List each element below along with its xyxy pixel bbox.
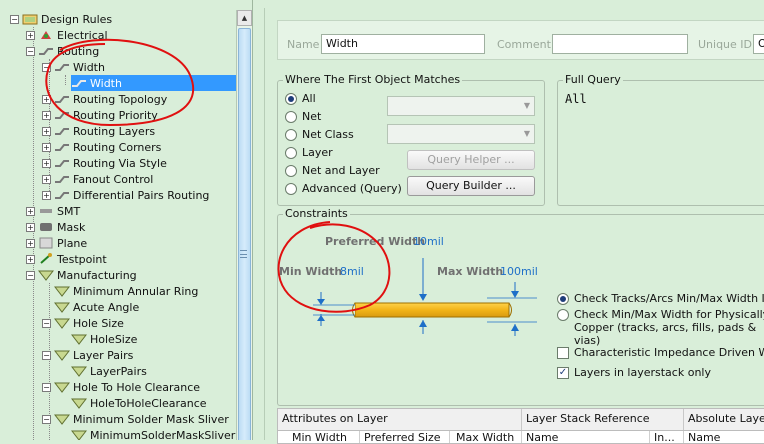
stack-index-column-header[interactable]: In... [650, 431, 684, 443]
query-builder-button[interactable]: Query Builder ... [407, 176, 535, 196]
max-arrow-head [511, 291, 519, 298]
stack-name-column-header[interactable]: Name [522, 431, 650, 443]
min-width-column-header[interactable]: Min Width [278, 431, 360, 443]
full-query-title: Full Query [563, 73, 623, 86]
unique-id-label: Unique ID [698, 38, 753, 51]
radio-icon [285, 128, 297, 141]
match-advanced-query-radio[interactable]: Advanced (Query) [285, 182, 402, 195]
comment-label: Comment [497, 38, 551, 51]
radio-icon [285, 146, 297, 159]
unique-id-field[interactable]: O [753, 34, 764, 54]
radio-selected-icon [557, 292, 569, 305]
full-query-group: Full Query [557, 73, 764, 206]
match-net-and-layer-radio[interactable]: Net and Layer [285, 164, 380, 177]
radio-icon [285, 110, 297, 123]
preferred-arrow-head-bottom [419, 320, 427, 327]
impedance-driven-width-checkbox[interactable]: Characteristic Impedance Driven Widt [557, 346, 764, 359]
chevron-down-icon: ▼ [523, 101, 530, 110]
net-select[interactable]: ▼ [387, 96, 535, 116]
name-field[interactable]: Width [321, 34, 485, 54]
rule-editor-panel: Name Width Comment Unique ID O Where The… [264, 8, 764, 444]
absolute-layer-header[interactable]: Absolute Layer [684, 409, 764, 430]
layer-table-header: Attributes on Layer Layer Stack Referenc… [277, 408, 764, 430]
preferred-width-value[interactable]: 10mil [413, 235, 444, 248]
min-arrow-head [317, 299, 325, 305]
max-arrow-head-bottom [511, 324, 519, 331]
attributes-on-layer-header[interactable]: Attributes on Layer [278, 409, 522, 430]
preferred-width-label: Preferred Width [325, 235, 426, 248]
track-shape [354, 302, 510, 318]
chevron-down-icon: ▼ [523, 129, 530, 138]
constraints-title: Constraints [283, 207, 350, 220]
full-query-text[interactable]: All [565, 92, 587, 106]
checkmark-icon: ✓ [557, 366, 569, 379]
net-class-select[interactable]: ▼ [387, 124, 535, 144]
check-tracks-arcs-radio[interactable]: Check Tracks/Arcs Min/Max Width Ind [557, 292, 764, 305]
object-match-title: Where The First Object Matches [283, 73, 463, 86]
match-layer-radio[interactable]: Layer [285, 146, 333, 159]
radio-icon [285, 164, 297, 177]
check-physically-connected-radio[interactable]: Check Min/Max Width for Physically C [557, 308, 764, 321]
match-net-class-radio[interactable]: Net Class [285, 128, 354, 141]
radio-icon [285, 182, 297, 195]
preferred-arrow-head [419, 294, 427, 301]
layer-table-subheader: Min Width Preferred Size Max Width Name … [277, 430, 764, 444]
radio-icon [557, 308, 569, 321]
match-net-radio[interactable]: Net [285, 110, 321, 123]
preferred-size-column-header[interactable]: Preferred Size [360, 431, 450, 443]
match-all-radio[interactable]: All [285, 92, 316, 105]
comment-field[interactable] [552, 34, 688, 54]
query-helper-button[interactable]: Query Helper ... [407, 150, 535, 170]
name-label: Name [287, 38, 320, 51]
absolute-name-column-header[interactable]: Name [684, 431, 764, 443]
red-circle-annotation-tree [45, 38, 195, 127]
min-arrow-head-bottom [317, 315, 325, 321]
layers-in-layerstack-checkbox[interactable]: ✓ Layers in layerstack only [557, 366, 711, 379]
max-width-column-header[interactable]: Max Width [450, 431, 522, 443]
check-physically-connected-radio-line2: Copper (tracks, arcs, fills, pads & vias… [574, 321, 757, 347]
radio-selected-icon [285, 92, 297, 105]
checkbox-icon [557, 346, 569, 359]
track-width-diagram [313, 258, 537, 336]
layer-stack-reference-header[interactable]: Layer Stack Reference [522, 409, 684, 430]
